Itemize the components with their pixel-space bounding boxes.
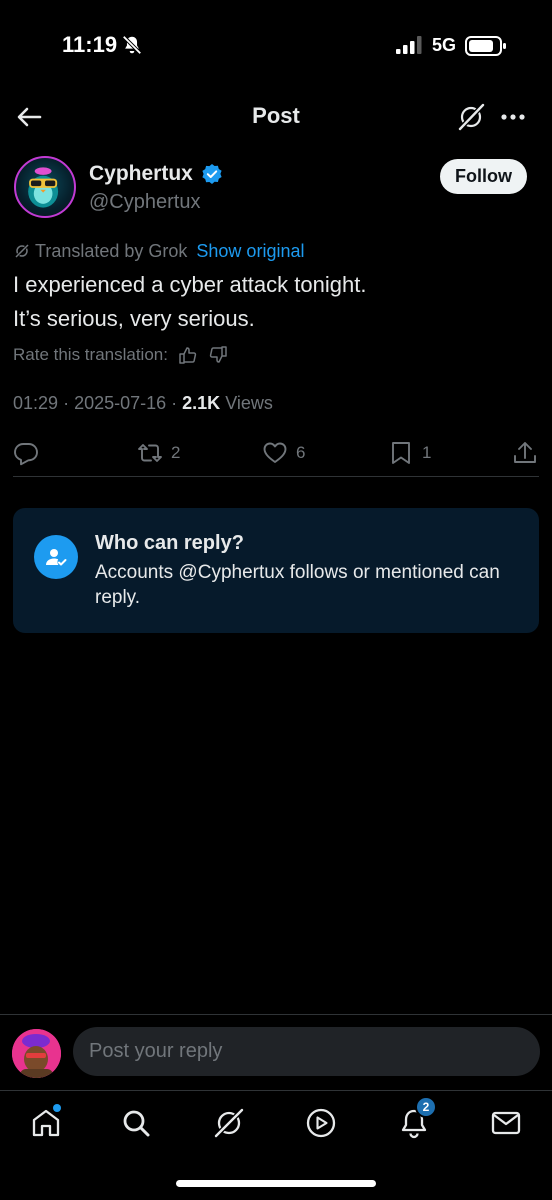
post-text-line: I experienced a cyber attack tonight. <box>13 272 367 297</box>
post-time: 01:29 <box>13 393 59 413</box>
reply-composer <box>0 1014 552 1090</box>
grok-icon <box>214 1108 244 1138</box>
show-original-link[interactable]: Show original <box>196 241 304 262</box>
tab-video[interactable] <box>304 1106 338 1140</box>
video-icon <box>306 1108 336 1138</box>
notifications-badge: 2 <box>415 1096 437 1118</box>
post-header: Post <box>0 90 552 146</box>
repost-count: 2 <box>171 443 181 462</box>
reply-icon <box>14 443 38 466</box>
verified-badge-icon <box>202 164 222 184</box>
tab-messages[interactable] <box>489 1106 523 1140</box>
tab-grok[interactable] <box>212 1106 246 1140</box>
bookmark-count: 1 <box>422 443 432 462</box>
tab-notifications[interactable]: 2 <box>397 1096 437 1140</box>
post-actions: 2 6 1 <box>0 436 552 472</box>
battery-icon <box>465 36 506 56</box>
signal-bars-icon <box>396 36 422 54</box>
grok-icon[interactable] <box>456 102 486 132</box>
post-text-line: It’s serious, very serious. <box>13 306 255 331</box>
status-bar: 11:19 5G <box>0 0 552 90</box>
author-handle[interactable]: @Cyphertux <box>89 191 200 214</box>
heart-icon <box>263 442 287 463</box>
meta-separator: · <box>171 393 183 413</box>
who-can-reply-description: Accounts @Cyphertux follows or mentioned… <box>95 562 500 608</box>
post-meta: 01:29 · 2025-07-16 · 2.1K Views <box>13 393 273 414</box>
author-avatar[interactable] <box>14 156 76 218</box>
translation-notice: Translated by Grok Show original <box>14 239 304 263</box>
rate-translation: Rate this translation: <box>13 343 228 367</box>
share-icon <box>514 442 536 463</box>
reply-button[interactable] <box>13 440 39 466</box>
home-indicator <box>176 1180 376 1187</box>
bell-slash-icon <box>122 35 142 55</box>
more-icon[interactable] <box>497 102 529 132</box>
post-text: I experienced a cyber attack tonight. It… <box>13 268 533 336</box>
like-button[interactable]: 6 <box>262 440 305 466</box>
restricted-replies-icon <box>34 535 78 579</box>
reply-input[interactable] <box>73 1027 540 1076</box>
network-type: 5G <box>432 35 457 55</box>
divider <box>13 476 539 477</box>
tab-home[interactable] <box>29 1104 63 1140</box>
thumbs-up-icon[interactable] <box>178 345 198 365</box>
status-time: 11:19 <box>62 32 118 57</box>
like-count: 6 <box>296 443 306 462</box>
translated-by-label: Translated by Grok <box>35 240 188 261</box>
bookmark-icon <box>392 442 410 464</box>
follow-button[interactable]: Follow <box>440 159 527 194</box>
tab-search[interactable] <box>119 1106 153 1140</box>
repost-icon <box>138 444 162 462</box>
meta-separator: · <box>63 393 75 413</box>
views-label: Views <box>225 393 273 413</box>
repost-button[interactable]: 2 <box>137 440 180 466</box>
rate-translation-label: Rate this translation: <box>13 345 168 364</box>
author-display-name[interactable]: Cyphertux <box>89 162 193 186</box>
who-can-reply-title: Who can reply? <box>95 532 244 554</box>
views-count[interactable]: 2.1K <box>182 393 220 413</box>
post-date: 2025-07-16 <box>74 393 167 413</box>
home-notification-dot <box>53 1104 61 1112</box>
bookmark-button[interactable]: 1 <box>388 440 431 466</box>
search-icon <box>123 1110 150 1137</box>
messages-icon <box>491 1111 521 1135</box>
thumbs-down-icon[interactable] <box>208 345 228 365</box>
user-avatar[interactable] <box>12 1029 61 1078</box>
share-button[interactable] <box>512 440 538 466</box>
who-can-reply-card: Who can reply? Accounts @Cyphertux follo… <box>13 508 539 633</box>
grok-icon <box>14 243 30 259</box>
